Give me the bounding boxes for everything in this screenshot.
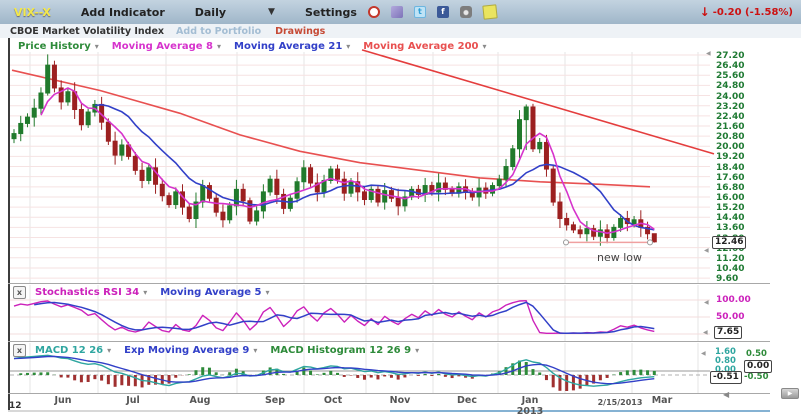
change-value: -0.20 (-1.58%) bbox=[713, 7, 793, 18]
stoch-axis-label: 100.00 bbox=[716, 295, 751, 305]
macd-last-value-box: -0.51 bbox=[710, 371, 742, 384]
close-panel-button[interactable]: x bbox=[13, 286, 26, 299]
price-chart-canvas[interactable] bbox=[0, 38, 801, 283]
moving-average-21-menu[interactable]: Moving Average 21▾ bbox=[234, 41, 350, 52]
subheader: CBOE Market Volatility Index Add to Port… bbox=[0, 24, 801, 39]
macd-hist-last-value-box: 0.00 bbox=[744, 360, 772, 373]
time-axis-label: Dec bbox=[457, 395, 477, 406]
axis-collapse-arrow-icon[interactable]: ◀ bbox=[703, 329, 708, 336]
caret-down-icon: ▾ bbox=[95, 42, 99, 51]
caret-down-icon: ▾ bbox=[415, 346, 419, 355]
macd-histogram-menu[interactable]: MACD Histogram 12 26 9▾ bbox=[270, 345, 419, 356]
camera-snapshot-icon[interactable] bbox=[460, 6, 472, 18]
macd-menu[interactable]: MACD 12 26▾ bbox=[35, 345, 111, 356]
time-axis-label: Aug bbox=[190, 395, 211, 406]
twitter-icon[interactable]: t bbox=[414, 6, 426, 18]
exp-moving-average-menu[interactable]: Exp Moving Average 9▾ bbox=[124, 345, 257, 356]
time-axis-label: Sep bbox=[265, 395, 285, 406]
chart-area[interactable]: Price History▾ Moving Average 8▾ Moving … bbox=[0, 38, 801, 412]
stoch-axis-label: 50.00 bbox=[716, 312, 744, 322]
settings-button[interactable]: Settings bbox=[305, 6, 357, 19]
caret-down-icon: ▾ bbox=[253, 346, 257, 355]
period-dropdown[interactable]: Daily bbox=[195, 6, 226, 19]
panel-separator bbox=[8, 283, 770, 284]
scroll-right-button[interactable]: ▶ bbox=[781, 388, 799, 399]
price-legend: Price History▾ Moving Average 8▾ Moving … bbox=[18, 41, 500, 52]
time-axis-label: Nov bbox=[390, 395, 411, 406]
axis-collapse-arrow-icon[interactable]: ◀ bbox=[704, 247, 709, 254]
time-axis-label: Jul bbox=[126, 395, 140, 406]
caret-down-icon: ▾ bbox=[143, 288, 147, 297]
macd-legend: x MACD 12 26▾ Exp Moving Average 9▾ MACD… bbox=[13, 344, 432, 357]
moving-average-8-menu[interactable]: Moving Average 8▾ bbox=[112, 41, 221, 52]
scroll-left-arrow-icon[interactable]: ◀ bbox=[723, 390, 729, 399]
caret-down-icon: ▾ bbox=[266, 288, 270, 297]
charting-app-window: VIX--X Add Indicator Daily ▼ Settings t … bbox=[0, 0, 801, 420]
period-dropdown-caret-icon[interactable]: ▼ bbox=[268, 7, 275, 17]
time-axis-label: Mar bbox=[652, 395, 673, 406]
caret-down-icon: ▾ bbox=[346, 42, 350, 51]
axis-collapse-arrow-icon[interactable]: ◀ bbox=[701, 350, 706, 357]
instrument-title: CBOE Market Volatility Index bbox=[10, 26, 164, 37]
caret-down-icon: ▾ bbox=[217, 42, 221, 51]
macd-hist-axis-label: 0.50 bbox=[746, 349, 767, 359]
down-arrow-icon: ↓ bbox=[700, 5, 710, 19]
caret-down-icon: ▾ bbox=[482, 42, 486, 51]
note-icon[interactable] bbox=[482, 4, 497, 19]
time-axis-label: 2/15/2013 bbox=[598, 398, 643, 407]
axis-collapse-arrow-icon[interactable]: ◀ bbox=[706, 50, 711, 57]
cube-share-icon[interactable] bbox=[391, 6, 403, 18]
panel-separator bbox=[8, 341, 770, 342]
stochastics-rsi-menu[interactable]: Stochastics RSI 34▾ bbox=[35, 287, 147, 298]
price-change-readout: ↓ -0.20 (-1.58%) bbox=[700, 5, 793, 19]
time-axis-label: Jan2013 bbox=[517, 395, 543, 417]
time-axis-label: Oct bbox=[324, 395, 342, 406]
add-to-portfolio-link[interactable]: Add to Portfolio bbox=[176, 26, 261, 37]
time-scrollbar-thumb[interactable] bbox=[390, 410, 770, 412]
time-axis-label: Jun bbox=[54, 395, 71, 406]
moving-average-200-menu[interactable]: Moving Average 200▾ bbox=[363, 41, 486, 52]
symbol-label: VIX--X bbox=[14, 6, 51, 19]
stoch-last-value-box: 7.65 bbox=[714, 326, 742, 339]
year-left-label: 12 bbox=[9, 401, 22, 411]
new-low-annotation: new low bbox=[597, 251, 642, 264]
drawings-link[interactable]: Drawings bbox=[275, 26, 325, 37]
macd-hist-axis-label: -0.50 bbox=[744, 372, 769, 382]
alarm-clock-icon[interactable] bbox=[368, 6, 380, 18]
panel-separator bbox=[8, 393, 770, 394]
close-panel-button[interactable]: x bbox=[13, 344, 26, 357]
add-indicator-button[interactable]: Add Indicator bbox=[81, 6, 165, 19]
last-price-box: 12.46 bbox=[712, 236, 746, 249]
caret-down-icon: ▾ bbox=[107, 346, 111, 355]
price-history-menu[interactable]: Price History▾ bbox=[18, 41, 99, 52]
axis-collapse-arrow-icon[interactable]: ◀ bbox=[704, 299, 709, 306]
stochastics-legend: x Stochastics RSI 34▾ Moving Average 5▾ bbox=[13, 286, 283, 299]
toolbar: VIX--X Add Indicator Daily ▼ Settings t … bbox=[0, 0, 801, 25]
facebook-icon[interactable]: f bbox=[437, 6, 449, 18]
moving-average-5-menu[interactable]: Moving Average 5▾ bbox=[160, 287, 269, 298]
